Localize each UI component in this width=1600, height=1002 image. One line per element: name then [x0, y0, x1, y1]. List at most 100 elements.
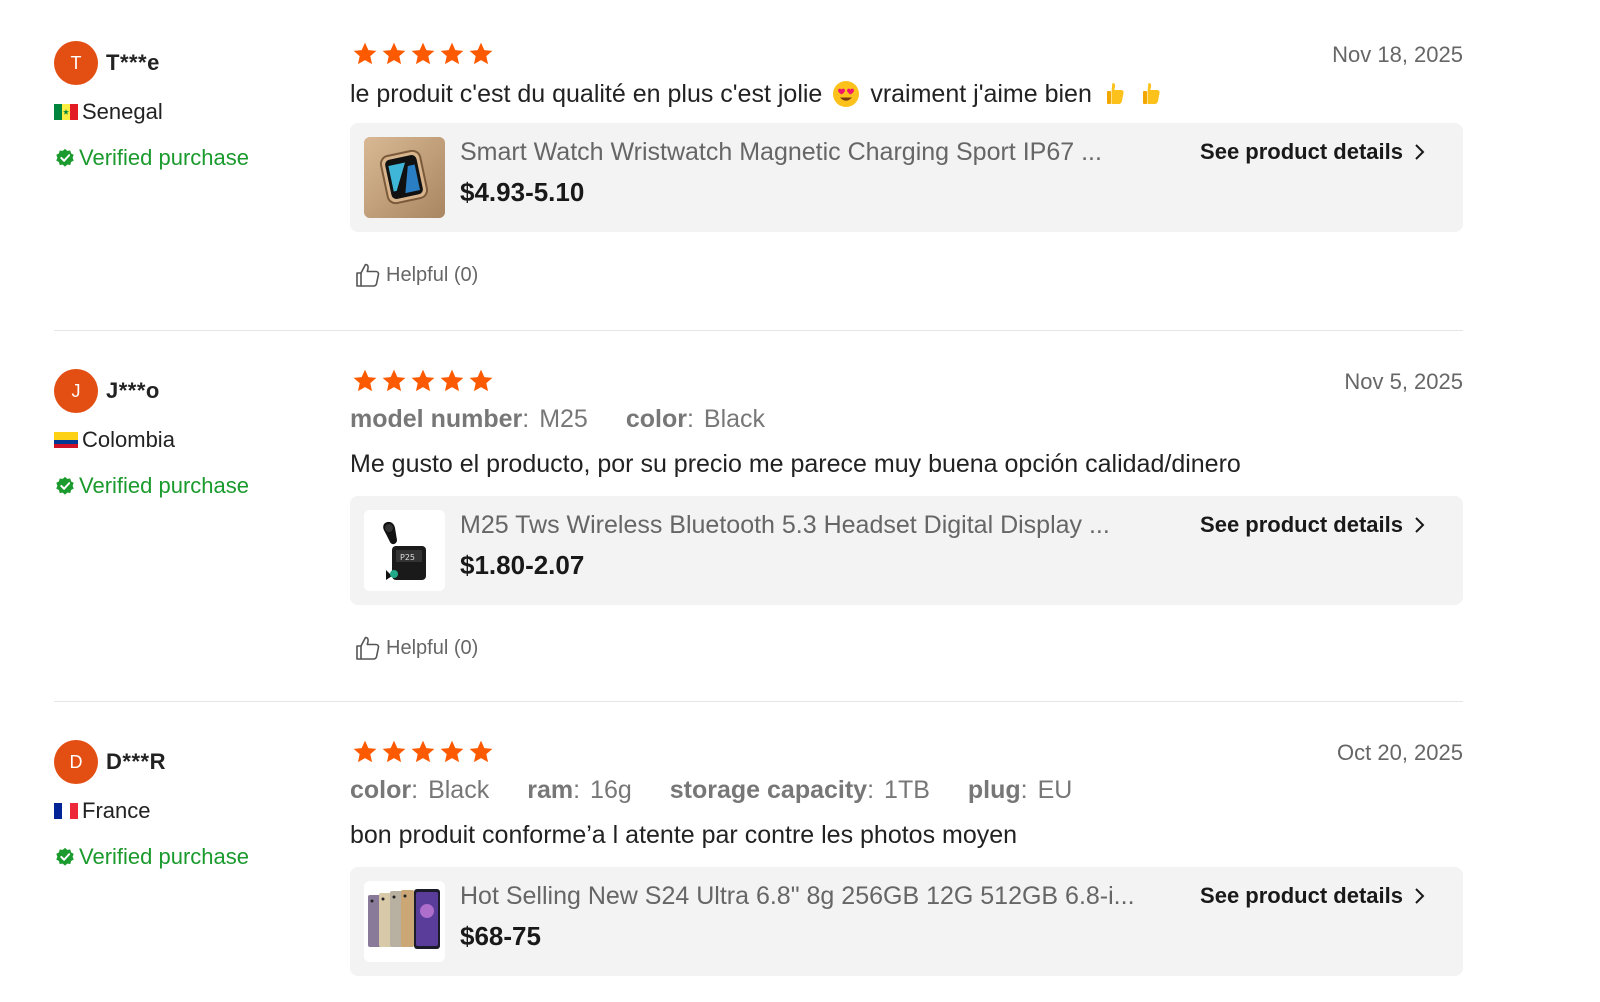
star-icon: [440, 740, 464, 763]
review-text: bon produit conforme’a l atente par cont…: [350, 820, 1018, 849]
avatar: T: [54, 41, 98, 85]
product-card[interactable]: Hot Selling New S24 Ultra 6.8" 8g 256GB …: [350, 867, 1463, 976]
star-rating: [352, 41, 494, 67]
attribute-separator: :: [411, 775, 419, 804]
attribute-separator: :: [522, 404, 530, 433]
review-item: T T***e Senegal Verified purchase Nov 18…: [54, 0, 1463, 331]
star-icon: [411, 740, 435, 763]
review-text: Me gusto el producto, por su precio me p…: [350, 449, 1241, 478]
reviewer-line: D D***R: [54, 740, 334, 784]
attribute-model-number: model number: M25: [350, 405, 588, 434]
see-product-details-link[interactable]: See product details: [1200, 512, 1427, 538]
attribute-color: color: Black: [626, 405, 765, 434]
reviewer-line: J J***o: [54, 369, 334, 413]
attribute-value: Black: [428, 775, 490, 804]
review-date: Oct 20, 2025: [1337, 740, 1463, 765]
attribute-plug: plug: EU: [968, 776, 1072, 805]
product-thumbnail[interactable]: [364, 137, 445, 218]
svg-text:P25: P25: [400, 553, 415, 562]
details-label: See product details: [1200, 139, 1403, 164]
verified-badge-icon: [56, 476, 74, 495]
star-icon: [382, 42, 406, 65]
country-line: France: [54, 796, 334, 826]
country-name: Colombia: [82, 427, 175, 452]
star-rating: [352, 368, 494, 394]
star-rating: [352, 739, 494, 765]
attribute-key: storage capacity: [669, 775, 868, 804]
star-icon: [440, 369, 464, 392]
attribute-separator: :: [867, 775, 875, 804]
attribute-storage-capacity: storage capacity:1TB: [670, 776, 930, 805]
attribute-key: ram: [527, 775, 574, 804]
review-date: Nov 18, 2025: [1332, 42, 1463, 67]
attribute-separator: :: [686, 404, 694, 433]
product-card[interactable]: P25 M25 Tws Wireless Bluetooth 5.3 Heads…: [350, 496, 1463, 605]
review-text: le produit c'est du qualité en plus c'es…: [350, 74, 1463, 114]
star-icon: [411, 369, 435, 392]
reviewer-name: T***e: [106, 50, 160, 75]
reviewer-info: J J***o Colombia Verified purchase: [54, 369, 334, 501]
star-icon: [411, 42, 435, 65]
attribute-key: plug: [967, 775, 1021, 804]
star-icon: [469, 369, 493, 392]
see-product-details-link[interactable]: See product details: [1200, 883, 1427, 909]
product-thumbnail[interactable]: [364, 881, 445, 962]
see-product-details-link[interactable]: See product details: [1200, 139, 1427, 165]
avatar: D: [54, 740, 98, 784]
attribute-color: color: Black: [350, 776, 489, 805]
product-title[interactable]: Smart Watch Wristwatch Magnetic Charging…: [460, 138, 1180, 167]
france-flag-icon: [54, 803, 78, 819]
attribute-value: 1TB: [884, 775, 930, 804]
verified-label: Verified purchase: [79, 473, 249, 498]
attribute-value: Black: [703, 404, 766, 433]
verified-purchase: Verified purchase: [54, 842, 334, 872]
country-line: Senegal: [54, 97, 334, 127]
verified-label: Verified purchase: [79, 844, 249, 869]
thumbs-up-emoji: [1142, 83, 1160, 104]
product-title[interactable]: M25 Tws Wireless Bluetooth 5.3 Headset D…: [460, 511, 1180, 540]
review-text-part: le produit c'est du qualité en plus c'es…: [350, 79, 823, 108]
product-price: $4.93-5.10: [460, 177, 585, 207]
wireless-earbuds-thumbnail: P25: [364, 510, 445, 591]
details-label: See product details: [1200, 883, 1403, 908]
review-date: Nov 5, 2025: [1344, 369, 1463, 394]
attribute-ram: ram:16g: [527, 776, 632, 805]
star-icon: [469, 740, 493, 763]
colombia-flag-icon: [54, 432, 78, 448]
helpful-button[interactable]: Helpful (0): [354, 633, 1463, 663]
star-icon: [353, 740, 377, 763]
attribute-separator: :: [573, 775, 581, 804]
reviewer-info: T T***e Senegal Verified purchase: [54, 41, 334, 173]
product-card[interactable]: Smart Watch Wristwatch Magnetic Charging…: [350, 123, 1463, 232]
review-content: Oct 20, 2025 color: Black ram:16g storage…: [350, 738, 1463, 976]
helpful-button[interactable]: Helpful (0): [354, 260, 1463, 290]
product-attributes: color: Black ram:16g storage capacity:1TB…: [350, 772, 1463, 808]
chevron-right-icon: [1415, 144, 1425, 160]
country-name: Senegal: [82, 99, 163, 124]
product-thumbnail[interactable]: P25: [364, 510, 445, 591]
star-icon: [440, 42, 464, 65]
product-price: $1.80-2.07: [460, 550, 585, 580]
star-icon: [469, 42, 493, 65]
chevron-right-icon: [1415, 517, 1425, 533]
verified-badge-icon: [56, 148, 74, 167]
verified-purchase: Verified purchase: [54, 143, 334, 173]
star-icon: [353, 42, 377, 65]
star-icon: [353, 369, 377, 392]
thumbs-up-emoji: [1106, 83, 1124, 104]
product-price: $68-75: [460, 921, 541, 951]
attribute-separator: :: [1020, 775, 1028, 804]
helpful-label: Helpful (0): [386, 263, 479, 286]
attribute-value: 16g: [590, 775, 632, 804]
attribute-key: color: [625, 404, 687, 433]
country-name: France: [82, 798, 151, 823]
product-title[interactable]: Hot Selling New S24 Ultra 6.8" 8g 256GB …: [460, 882, 1180, 911]
helpful-label: Helpful (0): [386, 636, 479, 659]
reviewer-info: D D***R France Verified purchase: [54, 740, 334, 872]
smartphones-thumbnail: [364, 881, 445, 962]
product-attributes: model number: M25 color: Black: [350, 401, 1463, 437]
reviewer-name: D***R: [106, 749, 166, 774]
country-line: Colombia: [54, 425, 334, 455]
chevron-right-icon: [1415, 888, 1425, 904]
review-text-part: vraiment j'aime bien: [870, 79, 1092, 108]
